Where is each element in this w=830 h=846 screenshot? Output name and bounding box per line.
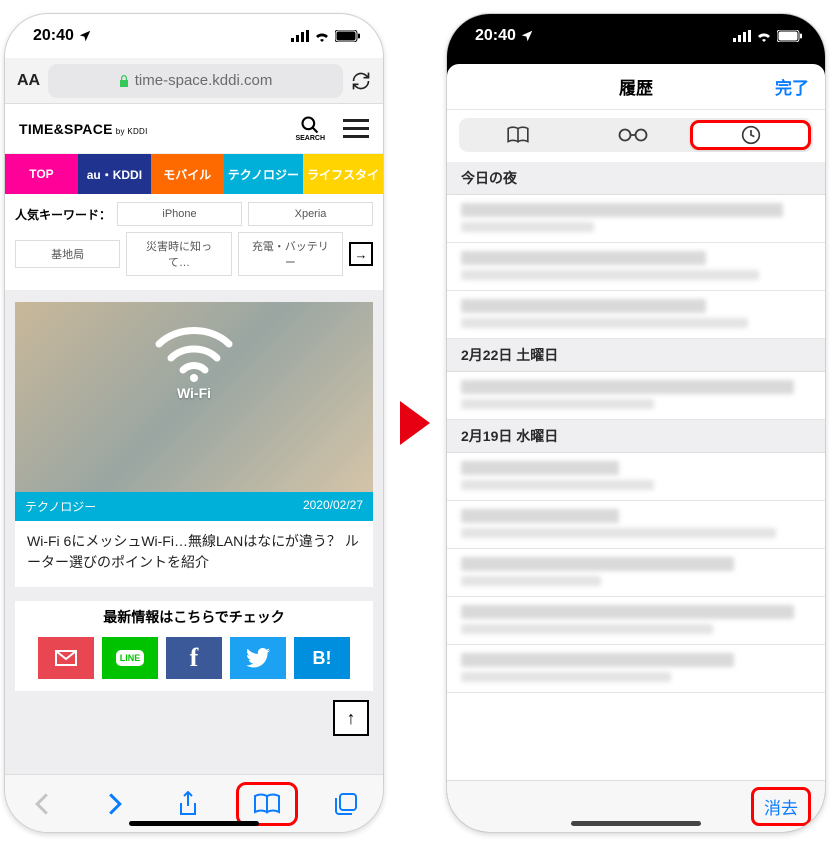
history-section-header: 2月22日 土曜日 bbox=[447, 339, 825, 372]
wifi-icon bbox=[756, 30, 772, 42]
keyword-chip[interactable]: Xperia bbox=[248, 202, 373, 226]
segmented-control bbox=[459, 118, 813, 152]
article-card[interactable]: Wi-Fi テクノロジー 2020/02/27 Wi-Fi 6にメッシュWi-F… bbox=[15, 302, 373, 587]
history-section-header: 2月19日 水曜日 bbox=[447, 420, 825, 453]
article-date: 2020/02/27 bbox=[303, 498, 363, 515]
reload-icon[interactable] bbox=[351, 71, 371, 91]
signal-icon bbox=[733, 30, 751, 42]
transition-arrow-icon bbox=[400, 401, 430, 445]
history-list[interactable]: 今日の夜 2月22日 土曜日 2月19日 水曜日 bbox=[447, 162, 825, 780]
search-button[interactable]: SEARCH bbox=[295, 115, 325, 142]
book-icon bbox=[253, 792, 281, 816]
sheet-header: 履歴 完了 bbox=[447, 64, 825, 110]
bookmarks-button[interactable] bbox=[236, 782, 298, 826]
forward-button[interactable] bbox=[90, 784, 140, 824]
content-area[interactable]: Wi-Fi テクノロジー 2020/02/27 Wi-Fi 6にメッシュWi-F… bbox=[5, 290, 383, 774]
location-icon bbox=[520, 29, 534, 43]
home-indicator[interactable] bbox=[571, 821, 701, 826]
history-item[interactable] bbox=[447, 195, 825, 243]
text-size-button[interactable]: AA bbox=[17, 72, 40, 90]
site-header: TIME&SPACEby KDDI SEARCH bbox=[5, 104, 383, 154]
category-tab[interactable]: ライフスタイ bbox=[303, 154, 383, 194]
done-button[interactable]: 完了 bbox=[775, 74, 809, 99]
url-text: time-space.kddi.com bbox=[135, 72, 273, 89]
category-tab[interactable]: モバイル bbox=[151, 154, 224, 194]
social-section: 最新情報はこちらでチェック LINEf B! bbox=[15, 601, 373, 691]
menu-button[interactable] bbox=[343, 119, 369, 138]
social-facebook-button[interactable]: f bbox=[166, 637, 222, 679]
history-item[interactable] bbox=[447, 291, 825, 339]
social-twitter-button[interactable] bbox=[230, 637, 286, 679]
article-meta: テクノロジー 2020/02/27 bbox=[15, 492, 373, 521]
seg-reading-list[interactable] bbox=[576, 120, 691, 150]
history-item[interactable] bbox=[447, 597, 825, 645]
history-item[interactable] bbox=[447, 453, 825, 501]
keyword-chip[interactable]: 災害時に知って… bbox=[126, 232, 231, 276]
keywords-more-button[interactable]: → bbox=[349, 242, 373, 266]
keywords-section: 人気キーワード： iPhone Xperia 基地局 災害時に知って… 充電・バ… bbox=[5, 194, 383, 290]
location-icon bbox=[78, 29, 92, 43]
notch bbox=[551, 14, 721, 42]
history-item[interactable] bbox=[447, 549, 825, 597]
share-button[interactable] bbox=[163, 784, 213, 824]
notch bbox=[109, 14, 279, 42]
url-field[interactable]: time-space.kddi.com bbox=[48, 64, 343, 98]
category-tab[interactable]: TOP bbox=[5, 154, 78, 194]
history-item[interactable] bbox=[447, 372, 825, 420]
phone-right: 20:40 履歴 完了 今日の夜 2月22日 土曜日 bbox=[446, 13, 826, 833]
battery-icon bbox=[777, 30, 803, 42]
url-bar: AA time-space.kddi.com bbox=[5, 58, 383, 104]
site-logo[interactable]: TIME&SPACEby KDDI bbox=[19, 121, 148, 137]
keyword-chip[interactable]: 充電・バッテリー bbox=[238, 232, 343, 276]
seg-bookmarks[interactable] bbox=[461, 120, 576, 150]
lock-icon bbox=[119, 75, 129, 87]
keyword-chip[interactable]: 基地局 bbox=[15, 240, 120, 268]
sheet-title: 履歴 bbox=[619, 74, 653, 99]
glasses-icon bbox=[618, 128, 648, 142]
history-item[interactable] bbox=[447, 243, 825, 291]
keyword-chip[interactable]: iPhone bbox=[117, 202, 242, 226]
article-title: Wi-Fi 6にメッシュWi-Fi…無線LANはなにが違う？ ルーター選びのポイ… bbox=[15, 521, 373, 587]
category-tab[interactable]: テクノロジー bbox=[224, 154, 303, 194]
tabs-button[interactable] bbox=[321, 784, 371, 824]
bookmarks-sheet: 履歴 完了 今日の夜 2月22日 土曜日 2月19日 水曜日 消 bbox=[447, 64, 825, 832]
search-icon bbox=[300, 115, 320, 135]
status-time: 20:40 bbox=[475, 27, 516, 45]
category-tab[interactable]: au・KDDI bbox=[78, 154, 151, 194]
social-title: 最新情報はこちらでチェック bbox=[25, 607, 363, 627]
status-time: 20:40 bbox=[33, 27, 74, 45]
history-section-header: 今日の夜 bbox=[447, 162, 825, 195]
category-tabs: TOPau・KDDIモバイルテクノロジーライフスタイ bbox=[5, 154, 383, 194]
signal-icon bbox=[291, 30, 309, 42]
scroll-top-button[interactable]: ↑ bbox=[333, 700, 369, 736]
clear-button[interactable]: 消去 bbox=[751, 787, 811, 826]
article-category: テクノロジー bbox=[25, 498, 96, 515]
social-hatena-button[interactable]: B! bbox=[294, 637, 350, 679]
history-item[interactable] bbox=[447, 645, 825, 693]
keywords-label: 人気キーワード： bbox=[15, 206, 111, 223]
home-indicator[interactable] bbox=[129, 821, 259, 826]
book-icon bbox=[506, 126, 530, 144]
battery-icon bbox=[335, 30, 361, 42]
wifi-icon bbox=[314, 30, 330, 42]
social-line-button[interactable]: LINE bbox=[102, 637, 158, 679]
seg-history[interactable] bbox=[690, 120, 811, 150]
phone-left: 20:40 AA time-space.kddi.com TIME&SPACEb… bbox=[4, 13, 384, 833]
clock-icon bbox=[741, 125, 761, 145]
history-item[interactable] bbox=[447, 501, 825, 549]
article-image: Wi-Fi bbox=[15, 302, 373, 492]
back-button[interactable] bbox=[17, 784, 67, 824]
social-mail-button[interactable] bbox=[38, 637, 94, 679]
wifi-large-icon bbox=[149, 320, 239, 384]
